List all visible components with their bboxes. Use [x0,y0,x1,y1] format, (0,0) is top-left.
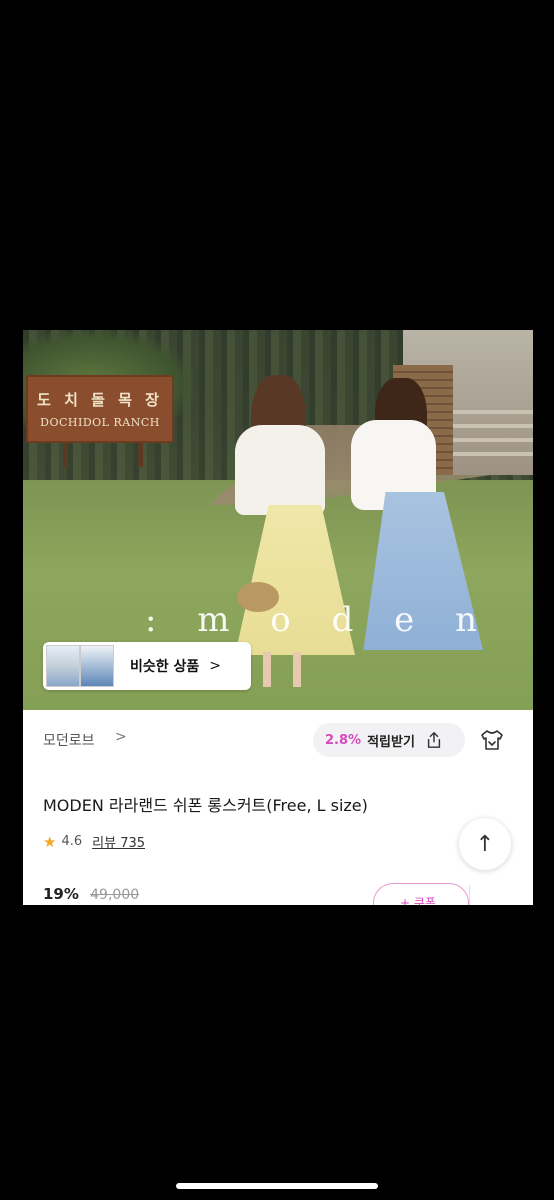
discount-rate: 19% [43,885,79,903]
product-title: MODEN 라라랜드 쉬폰 롱스커트(Free, L size) [43,796,368,815]
similar-products-label: 비슷한 상품 [130,659,200,675]
scroll-top-button[interactable]: ↑ [459,818,511,870]
chevron-right-icon: > [115,729,127,745]
product-card: 도 치 돌 목 장 DOCHIDOL RANCH : m o d e n 비슷한… [23,330,533,905]
original-price: 49,000 [90,887,140,903]
similar-thumbnail [80,645,114,687]
price-row: 19% 49,000 [43,885,139,903]
similar-thumbnails [46,645,114,687]
rating-row: ★ 4.6 리뷰 735 [43,832,145,852]
woman-left-top [235,425,325,515]
points-label: 적립받기 [367,734,415,750]
sign-post [138,442,143,467]
ranch-sign-english: DOCHIDOL RANCH [40,416,160,429]
similar-thumbnail [46,645,80,687]
share-icon[interactable] [425,731,443,749]
brand-row: 모던로브 > 2.8% 적립받기 [23,710,533,770]
chevron-right-icon: > [209,658,222,674]
reviews-link[interactable]: 리뷰 735 [92,832,145,851]
coupon-label: + 쿠폰 [400,896,436,905]
try-on-icon[interactable] [479,727,505,753]
coupon-button[interactable]: + 쿠폰 [373,883,469,905]
similar-products-button[interactable]: 비슷한 상품 > [43,642,251,690]
fence [453,400,533,460]
sign-post [63,442,68,467]
rating-score: 4.6 [61,834,83,849]
ranch-sign: 도 치 돌 목 장 DOCHIDOL RANCH [26,375,174,443]
brand-watermark: : m o d e n [145,600,492,640]
star-icon: ★ [43,832,57,851]
divider [469,885,509,905]
arrow-up-icon: ↑ [475,831,495,857]
ranch-sign-korean: 도 치 돌 목 장 [37,391,163,409]
brand-link[interactable]: 모던로브 [43,730,95,750]
woman-left-legs [263,652,313,687]
home-indicator[interactable] [176,1183,378,1189]
product-image[interactable]: 도 치 돌 목 장 DOCHIDOL RANCH : m o d e n 비슷한… [23,330,533,710]
points-button[interactable]: 2.8% 적립받기 [313,723,465,757]
points-percent: 2.8% [325,732,362,748]
